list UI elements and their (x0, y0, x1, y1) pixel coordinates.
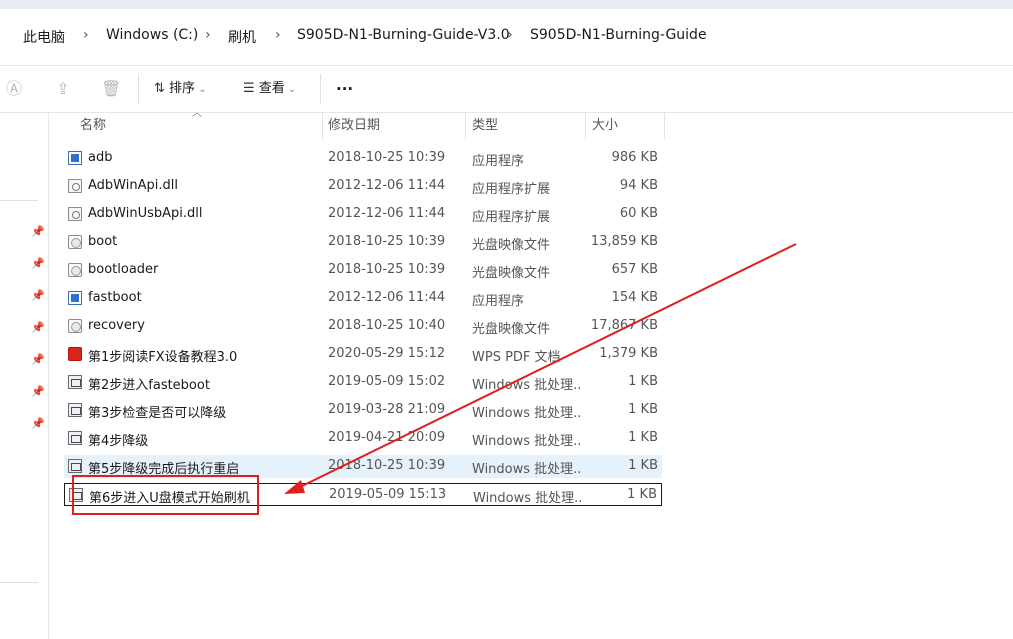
annotation-arrow (284, 243, 797, 494)
